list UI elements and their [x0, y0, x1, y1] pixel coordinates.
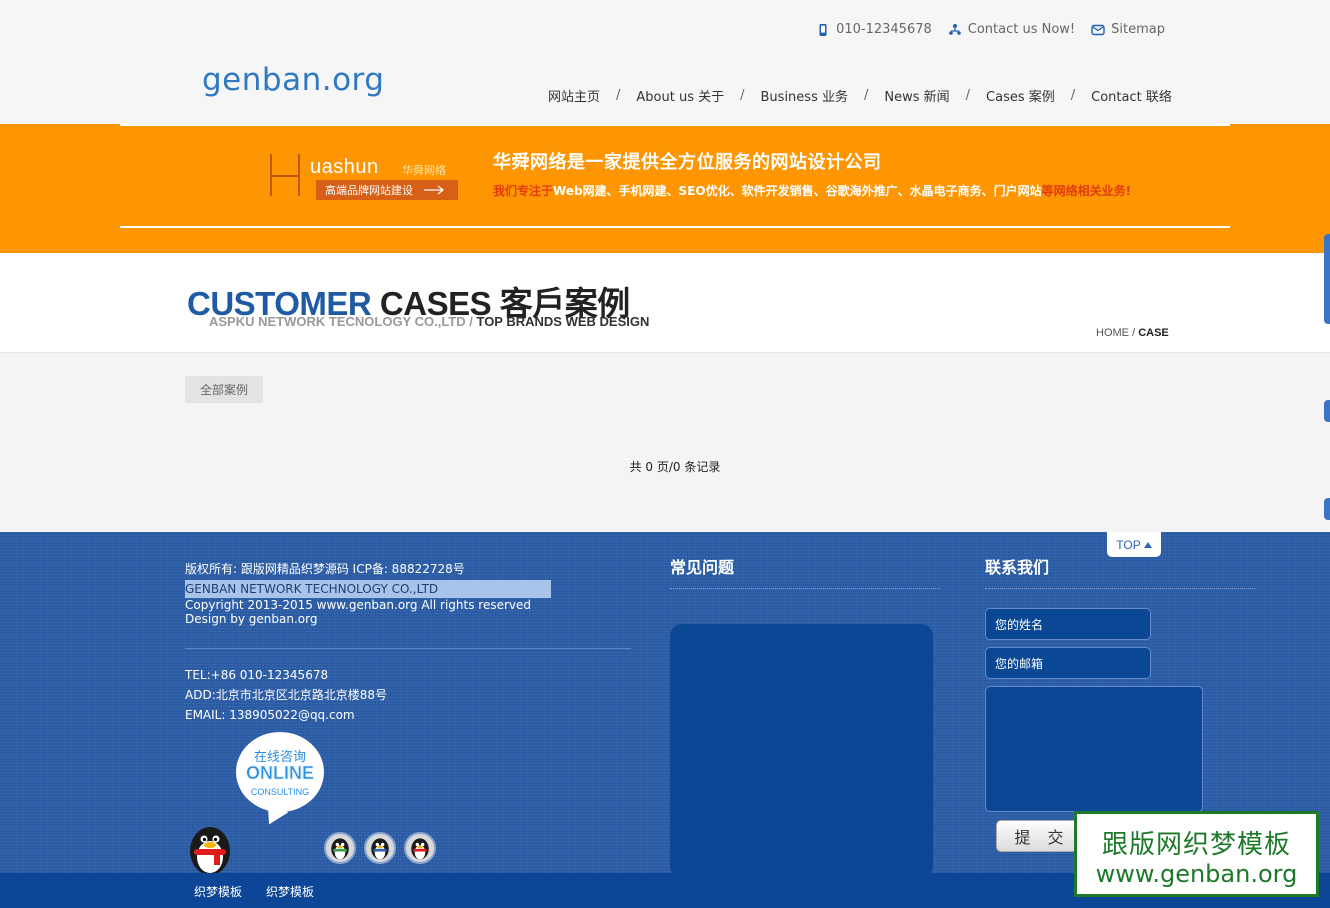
- online-consulting-bubble[interactable]: 在线咨询 ONLINE CONSULTING: [236, 732, 324, 812]
- nav-separator: /: [965, 88, 971, 103]
- qq-icon[interactable]: [324, 832, 356, 864]
- bottom-links: 织梦模板 织梦模板: [194, 883, 314, 900]
- banner-divider-bottom: [120, 226, 1230, 228]
- phone-icon: [819, 23, 827, 36]
- mail-icon: [1091, 24, 1105, 35]
- phone-item: 010-12345678: [816, 22, 932, 37]
- main-nav: 网站主页 / About us 关于 / Business 业务 / News …: [548, 86, 1172, 105]
- breadcrumb-separator: /: [1132, 327, 1136, 339]
- online-consulting-sub: CONSULTING: [250, 787, 310, 797]
- contact-heading: 联系我们: [985, 554, 1255, 589]
- banner-desc-prefix: 我们专注于: [493, 184, 554, 198]
- banner-logo-pill-text: 高端品牌网站建设: [325, 184, 413, 197]
- side-float-tab[interactable]: [1324, 234, 1330, 324]
- banner-logo-pill: 高端品牌网站建设: [316, 180, 458, 200]
- nav-home[interactable]: 网站主页: [548, 86, 600, 105]
- banner-desc-main: Web网建、手机网建、SEO优化、软件开发销售、谷歌海外推广、水晶电子商务、门户…: [553, 184, 1042, 198]
- contact-us-label: Contact us Now!: [967, 22, 1076, 37]
- footer-contact-block: TEL:+86 010-12345678 ADD:北京市北京区北京路北京楼88号…: [185, 665, 631, 725]
- back-to-top-button[interactable]: TOP: [1107, 532, 1161, 557]
- sitemap-label: Sitemap: [1111, 22, 1165, 37]
- footer-divider: [185, 648, 631, 649]
- qq-icon[interactable]: [404, 832, 436, 864]
- footer-faq: 常见问题: [670, 554, 940, 878]
- nav-business[interactable]: Business 业务: [761, 86, 848, 105]
- qq-penguin-icon: [190, 827, 230, 873]
- top-header: 010-12345678 Contact us Now! Sitemap gen…: [0, 0, 1330, 124]
- bottom-link[interactable]: 织梦模板: [266, 883, 314, 900]
- page-subtitle-dark: TOP BRANDS WEB DESIGN: [476, 314, 650, 329]
- nav-about[interactable]: About us 关于: [636, 86, 724, 105]
- qq-contact-icons: [324, 832, 436, 864]
- pagination-info: 共 0 页/0 条记录: [629, 460, 721, 474]
- breadcrumb: HOME / CASE: [1096, 327, 1169, 339]
- filter-tab-all-cases[interactable]: 全部案例: [185, 376, 263, 403]
- cases-content: 全部案例 共 0 页/0 条记录: [0, 353, 1330, 532]
- nav-separator: /: [1070, 88, 1076, 103]
- top-contact-bar: 010-12345678 Contact us Now! Sitemap: [816, 22, 1165, 37]
- footer-tel: TEL:+86 010-12345678: [185, 668, 329, 682]
- name-input[interactable]: 您的姓名: [985, 608, 1151, 640]
- people-icon: [948, 23, 961, 35]
- phone-number: 010-12345678: [836, 22, 932, 37]
- huashun-h-logo-icon: [270, 154, 300, 196]
- footer-copyright-line: 版权所有: 跟版网精品织梦源码 ICP备: 88822728号: [185, 562, 465, 576]
- footer-email: EMAIL: 138905022@qq.com: [185, 708, 355, 722]
- banner-logo-word: uashun: [310, 156, 379, 178]
- message-textarea[interactable]: [985, 686, 1203, 812]
- bottom-link[interactable]: 织梦模板: [194, 883, 242, 900]
- footer-copyright-years: Copyright 2013-2015 www.genban.org All r…: [185, 598, 531, 612]
- nav-separator: /: [740, 88, 745, 103]
- banner-logo-cn: 华舜网络: [402, 164, 446, 177]
- site-logo[interactable]: genban.org: [202, 62, 384, 98]
- footer-design-by: Design by genban.org: [185, 612, 318, 626]
- arrow-right-icon: [424, 185, 444, 195]
- top-label: TOP: [1116, 537, 1141, 552]
- promo-banner: uashun 华舜网络 高端品牌网站建设 华舜网络是一家提供全方位服务的网站设计…: [0, 124, 1330, 253]
- footer-company-info: 版权所有: 跟版网精品织梦源码 ICP备: 88822728号 GENBAN N…: [185, 560, 631, 725]
- qq-icon[interactable]: [364, 832, 396, 864]
- footer-company-name: GENBAN NETWORK TECHNOLOGY CO.,LTD: [185, 580, 551, 598]
- banner-desc-suffix: 等网络相关业务!: [1041, 184, 1132, 198]
- breadcrumb-home[interactable]: HOME: [1096, 327, 1129, 339]
- sitemap-link[interactable]: Sitemap: [1091, 22, 1165, 37]
- faq-box: [670, 624, 933, 878]
- banner-divider-top: [120, 124, 1230, 126]
- banner-description: 我们专注于Web网建、手机网建、SEO优化、软件开发销售、谷歌海外推广、水晶电子…: [493, 182, 1131, 199]
- side-float-tab[interactable]: [1324, 498, 1330, 520]
- watermark-line1: 跟版网织梦模板: [1101, 830, 1291, 860]
- breadcrumb-current: CASE: [1138, 327, 1169, 339]
- nav-cases[interactable]: Cases 案例: [986, 86, 1055, 105]
- email-input[interactable]: 您的邮箱: [985, 647, 1151, 679]
- footer-contact-form: 联系我们 您的姓名 您的邮箱 提 交: [985, 554, 1255, 852]
- nav-separator: /: [616, 88, 621, 103]
- nav-separator: /: [863, 88, 869, 103]
- banner-logo: uashun 华舜网络 高端品牌网站建设: [268, 154, 458, 204]
- footer-address: ADD:北京市北京区北京路北京楼88号: [185, 688, 388, 702]
- page-subtitle: ASPKU NETWORK TECNOLOGY CO.,LTD / TOP BR…: [209, 314, 649, 329]
- nav-news[interactable]: News 新闻: [884, 86, 949, 105]
- faq-heading: 常见问题: [670, 554, 940, 589]
- side-float-tab[interactable]: [1324, 400, 1330, 422]
- page-header: CUSTOMER CASES 客戶案例 ASPKU NETWORK TECNOL…: [0, 253, 1330, 353]
- genban-watermark: 跟版网织梦模板 www.genban.org: [1074, 811, 1319, 897]
- submit-button[interactable]: 提 交: [996, 820, 1082, 852]
- page-subtitle-grey: ASPKU NETWORK TECNOLOGY CO.,LTD /: [209, 314, 473, 329]
- contact-us-link[interactable]: Contact us Now!: [948, 22, 1075, 37]
- banner-title: 华舜网络是一家提供全方位服务的网站设计公司: [493, 152, 882, 173]
- watermark-line2: www.genban.org: [1095, 860, 1298, 888]
- nav-contact[interactable]: Contact 联络: [1091, 86, 1172, 105]
- triangle-up-icon: [1143, 541, 1152, 548]
- online-consulting-en: ONLINE: [245, 763, 315, 784]
